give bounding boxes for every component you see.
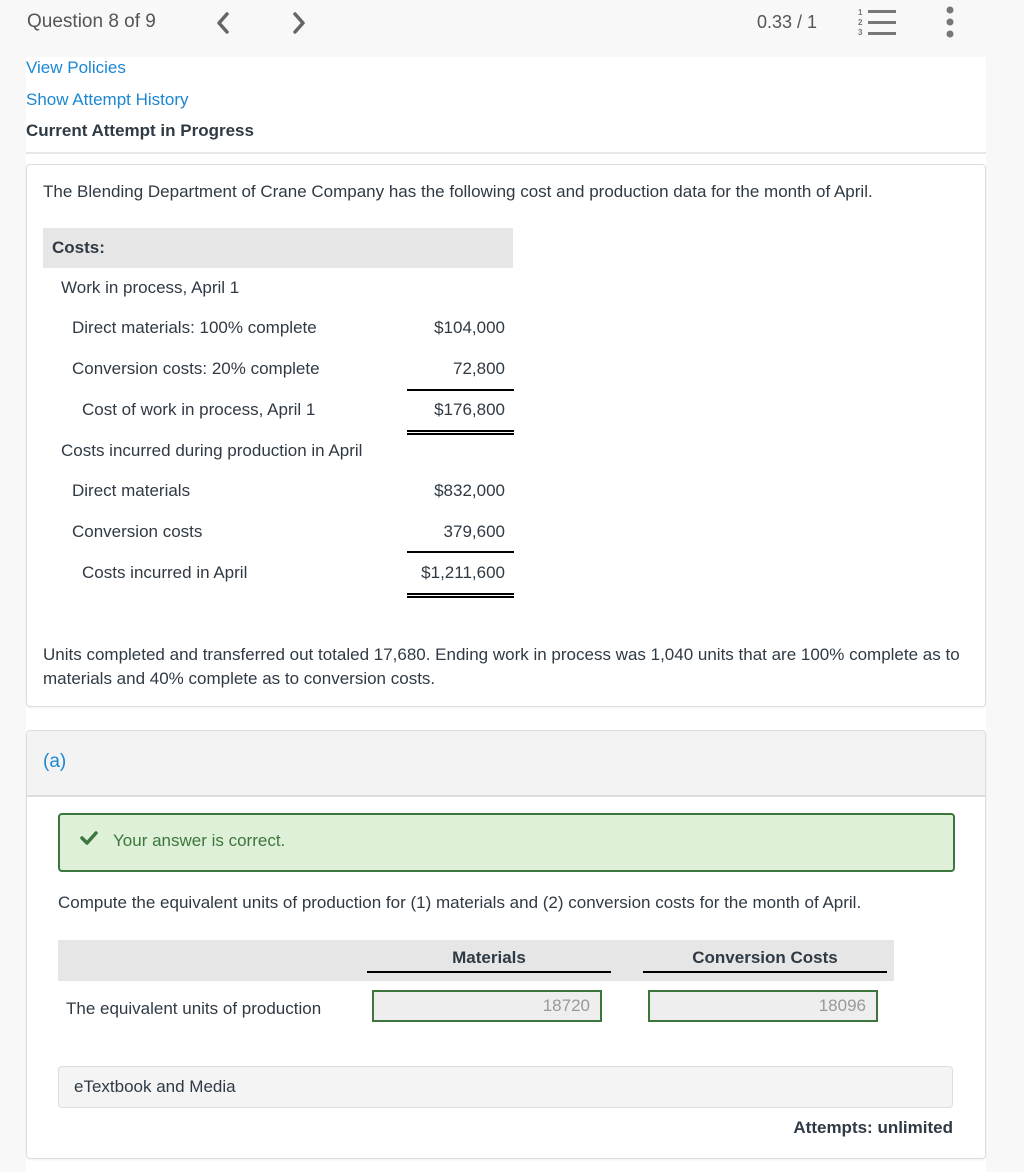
part-a-panel: (a) Your answer is correct. Compute the … bbox=[26, 730, 986, 1159]
part-a-header: (a) bbox=[27, 731, 985, 797]
next-question-button[interactable] bbox=[284, 8, 314, 38]
checkmark-icon bbox=[80, 831, 98, 845]
total-double-rule bbox=[407, 593, 514, 598]
cost-row-label: Work in process, April 1 bbox=[61, 278, 240, 297]
question-list-button[interactable]: 1 2 3 bbox=[855, 6, 897, 37]
cost-row-value: 72,800 bbox=[453, 359, 505, 378]
question-content: View Policies Show Attempt History Curre… bbox=[26, 57, 986, 1172]
view-policies-link[interactable]: View Policies bbox=[26, 58, 126, 78]
cost-row-value: $104,000 bbox=[434, 318, 505, 337]
units-description: Units completed and transferred out tota… bbox=[43, 645, 960, 688]
previous-question-button[interactable] bbox=[208, 8, 238, 38]
column-header-materials: Materials bbox=[367, 948, 611, 973]
materials-units-input[interactable] bbox=[372, 990, 602, 1022]
cost-row-value: $176,800 bbox=[434, 400, 505, 419]
etextbook-media-button[interactable]: eTextbook and Media bbox=[58, 1066, 953, 1108]
vertical-ellipsis-icon bbox=[946, 6, 954, 38]
question-counter: Question 8 of 9 bbox=[27, 11, 156, 32]
equivalent-units-label: The equivalent units of production bbox=[66, 999, 322, 1018]
costs-header: Costs: bbox=[43, 228, 513, 268]
svg-text:3: 3 bbox=[858, 28, 863, 36]
feedback-message: Your answer is correct. bbox=[113, 831, 286, 850]
problem-panel: The Blending Department of Crane Company… bbox=[26, 164, 986, 707]
attempt-heading: Current Attempt in Progress bbox=[26, 121, 254, 140]
chevron-right-icon bbox=[293, 12, 305, 34]
cost-row-label: Costs incurred during production in Apri… bbox=[61, 441, 363, 460]
show-attempt-history-link[interactable]: Show Attempt History bbox=[26, 90, 189, 110]
part-a-label: (a) bbox=[43, 751, 67, 772]
correct-feedback: Your answer is correct. bbox=[58, 813, 955, 872]
cost-row-value: $1,211,600 bbox=[421, 563, 505, 582]
subtotal-rule bbox=[407, 551, 514, 553]
costs-header-label: Costs: bbox=[52, 238, 105, 257]
cost-row-label: Conversion costs: 20% complete bbox=[72, 359, 320, 378]
more-options-button[interactable] bbox=[943, 6, 957, 38]
cost-row-value: 379,600 bbox=[443, 522, 505, 541]
equivalent-units-header: Materials Conversion Costs bbox=[58, 940, 894, 981]
cost-row-label: Costs incurred in April bbox=[82, 563, 248, 582]
part-a-prompt: Compute the equivalent units of producti… bbox=[58, 893, 862, 912]
cost-row-label: Cost of work in process, April 1 bbox=[82, 400, 316, 419]
problem-intro: The Blending Department of Crane Company… bbox=[43, 182, 873, 201]
svg-text:2: 2 bbox=[858, 18, 863, 27]
cost-row-label: Direct materials: 100% complete bbox=[72, 318, 317, 337]
divider bbox=[26, 152, 986, 154]
total-double-rule bbox=[407, 430, 514, 435]
svg-text:1: 1 bbox=[858, 8, 863, 17]
subtotal-rule bbox=[407, 389, 514, 391]
cost-row-label: Direct materials bbox=[72, 481, 191, 500]
numbered-list-icon: 1 2 3 bbox=[858, 8, 896, 37]
chevron-left-icon bbox=[217, 12, 229, 34]
cost-row-value: $832,000 bbox=[434, 481, 505, 500]
etextbook-media-label: eTextbook and Media bbox=[74, 1077, 236, 1096]
conversion-units-input[interactable] bbox=[648, 990, 878, 1022]
cost-row-label: Conversion costs bbox=[72, 522, 203, 541]
score-display: 0.33 / 1 bbox=[757, 12, 818, 32]
column-header-conversion-costs: Conversion Costs bbox=[643, 948, 887, 973]
question-toolbar: Question 8 of 9 0.33 / 1 1 2 3 bbox=[0, 0, 1024, 57]
attempts-remaining: Attempts: unlimited bbox=[793, 1118, 953, 1137]
